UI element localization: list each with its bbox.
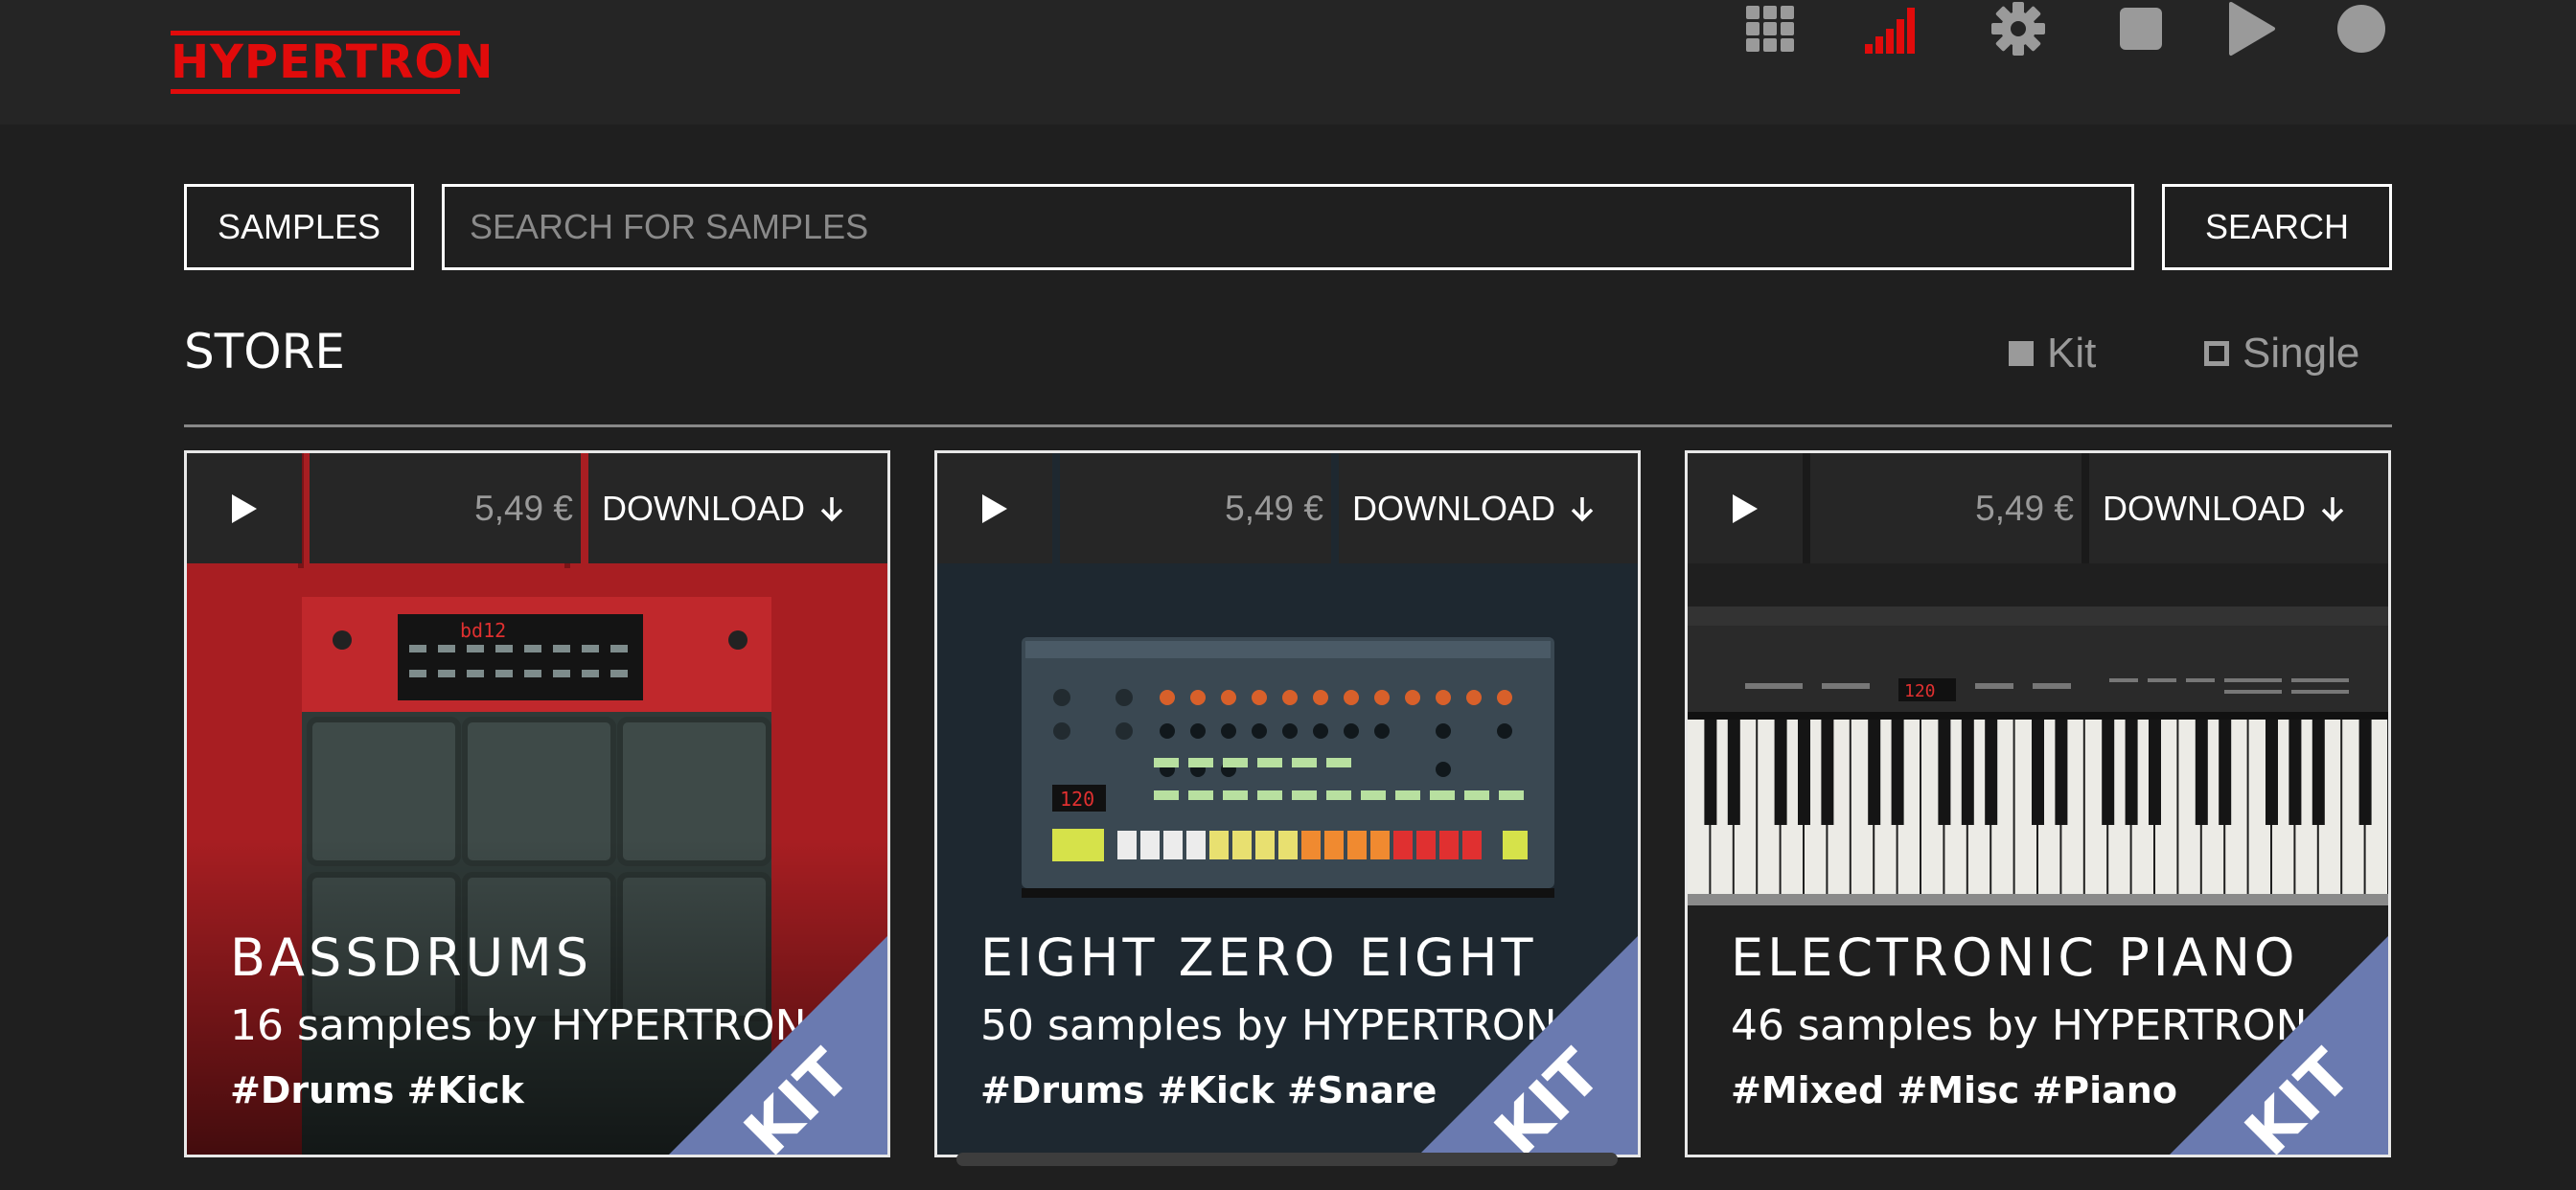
play-icon bbox=[982, 493, 1007, 523]
piano-black-key bbox=[1961, 720, 1974, 825]
drum-display-text: bd12 bbox=[460, 619, 506, 642]
record-icon[interactable] bbox=[2333, 0, 2390, 57]
play-icon bbox=[1733, 493, 1758, 523]
card-toolbar: 5,49 € DOWNLOAD bbox=[1688, 453, 2388, 563]
piano-black-key bbox=[2149, 720, 2161, 825]
kit-badge: KIT bbox=[1419, 936, 1638, 1155]
card-play-button[interactable] bbox=[937, 453, 1052, 563]
arrow-down-icon bbox=[2321, 496, 2344, 521]
card-tags: #Drums #Kick bbox=[230, 1069, 524, 1111]
logo[interactable]: HYPERTRON bbox=[171, 29, 494, 96]
filter-single[interactable]: Single bbox=[2204, 330, 2359, 378]
filter-kit-label: Kit bbox=[2047, 330, 2097, 377]
piano-black-key bbox=[1798, 720, 1810, 825]
piano-black-key bbox=[2195, 720, 2208, 825]
card-gap bbox=[2082, 453, 2089, 563]
top-bar: HYPERTRON bbox=[0, 0, 2576, 125]
drum-machine-display-text: 120 bbox=[1060, 788, 1094, 811]
piano-black-key bbox=[1727, 720, 1740, 825]
play-icon[interactable] bbox=[2221, 0, 2279, 57]
card-tags: #Drums #Kick #Snare bbox=[980, 1069, 1438, 1111]
stop-icon[interactable] bbox=[2112, 0, 2170, 57]
piano-black-key bbox=[2358, 720, 2372, 825]
kit-badge: KIT bbox=[669, 936, 887, 1155]
card-gap bbox=[581, 453, 588, 563]
piano-black-key bbox=[1938, 720, 1951, 825]
filter-kit[interactable]: Kit bbox=[2009, 330, 2096, 378]
store-card[interactable]: bd12 5,49 € DOWNLOAD BASSDRUMS 16 sample… bbox=[184, 450, 890, 1157]
search-input[interactable] bbox=[442, 184, 2134, 270]
checkbox-filled-icon bbox=[2009, 341, 2034, 366]
download-label: DOWNLOAD bbox=[2103, 488, 2307, 528]
piano-black-key bbox=[2288, 720, 2302, 825]
card-download-button[interactable]: DOWNLOAD bbox=[588, 453, 887, 563]
card-toolbar: 5,49 € DOWNLOAD bbox=[187, 453, 887, 563]
signal-bars-icon[interactable] bbox=[1865, 0, 1922, 57]
piano-black-key bbox=[2125, 720, 2138, 825]
card-toolbar: 5,49 € DOWNLOAD bbox=[937, 453, 1638, 563]
grid-icon[interactable] bbox=[1742, 0, 1800, 57]
piano-black-key bbox=[2102, 720, 2115, 825]
category-dropdown[interactable]: SAMPLES bbox=[184, 184, 414, 270]
card-play-button[interactable] bbox=[1688, 453, 1803, 563]
arrow-down-icon bbox=[1571, 496, 1594, 521]
piano-black-key bbox=[2219, 720, 2232, 825]
piano-black-key bbox=[2266, 720, 2278, 825]
card-gap bbox=[1331, 453, 1339, 563]
arrow-down-icon bbox=[820, 496, 843, 521]
store-card[interactable]: 120 5,49 € DOWNLOAD EIGHT ZERO EIGHT 50 … bbox=[934, 450, 1641, 1157]
piano-black-key bbox=[1821, 720, 1834, 825]
piano-black-key bbox=[1891, 720, 1904, 825]
card-price: 5,49 € bbox=[1060, 453, 1331, 563]
card-price: 5,49 € bbox=[1810, 453, 2082, 563]
gear-icon[interactable] bbox=[1990, 0, 2047, 57]
piano-black-key bbox=[2055, 720, 2068, 825]
piano-black-key bbox=[1868, 720, 1881, 825]
card-download-button[interactable]: DOWNLOAD bbox=[1339, 453, 1638, 563]
piano-black-key bbox=[1704, 720, 1717, 825]
card-gap bbox=[1052, 453, 1060, 563]
card-title: BASSDRUMS bbox=[230, 927, 593, 988]
checkbox-empty-icon bbox=[2204, 341, 2229, 366]
store-card[interactable]: 120 5,49 € DOWNLOAD ELECTRONIC PIANO 46 … bbox=[1685, 450, 2391, 1157]
card-download-button[interactable]: DOWNLOAD bbox=[2089, 453, 2388, 563]
filter-single-label: Single bbox=[2242, 330, 2360, 377]
search-button[interactable]: SEARCH bbox=[2162, 184, 2392, 270]
download-label: DOWNLOAD bbox=[602, 488, 806, 528]
horizontal-scrollbar[interactable] bbox=[956, 1153, 1618, 1166]
download-label: DOWNLOAD bbox=[1352, 488, 1556, 528]
store-title: STORE bbox=[184, 324, 345, 379]
piano-black-key bbox=[2312, 720, 2325, 825]
card-gap bbox=[302, 453, 310, 563]
piano-black-key bbox=[1774, 720, 1787, 825]
card-gap bbox=[1803, 453, 1810, 563]
card-tags: #Mixed #Misc #Piano bbox=[1731, 1069, 2177, 1111]
kit-badge: KIT bbox=[2170, 936, 2388, 1155]
piano-black-key bbox=[1985, 720, 1998, 825]
logo-text: HYPERTRON bbox=[171, 35, 494, 89]
logo-bottom-bar bbox=[171, 89, 460, 94]
play-icon bbox=[232, 493, 257, 523]
piano-display-text: 120 bbox=[1904, 681, 1936, 701]
card-play-button[interactable] bbox=[187, 453, 302, 563]
card-price: 5,49 € bbox=[310, 453, 581, 563]
piano-black-key bbox=[2032, 720, 2044, 825]
divider bbox=[184, 424, 2392, 427]
